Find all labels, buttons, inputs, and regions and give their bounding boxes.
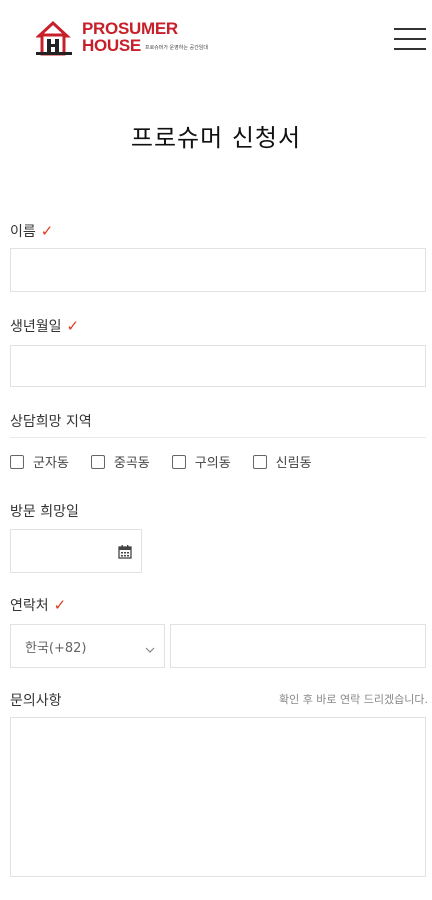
brand-logo[interactable]: PROSUMER HOUSE 프로슈머가 운영하는 공간임대	[35, 20, 208, 56]
contact-label: 연락처 ✓	[10, 595, 66, 615]
region-option-label: 신림동	[275, 456, 312, 471]
house-logo-icon	[35, 20, 76, 56]
brand-wordmark: PROSUMER HOUSE 프로슈머가 운영하는 공간임대	[82, 20, 208, 54]
calendar-icon[interactable]	[118, 544, 132, 559]
birth-input[interactable]	[10, 345, 426, 387]
birth-label-text: 생년월일	[10, 319, 62, 335]
region-option-label: 구의동	[194, 456, 231, 471]
name-label: 이름 ✓	[10, 221, 53, 241]
header: PROSUMER HOUSE 프로슈머가 운영하는 공간임대	[0, 0, 432, 80]
region-option[interactable]: 군자동	[10, 452, 69, 471]
country-code-value: 한국(+82)	[25, 640, 87, 656]
inquiry-note: 확인 후 바로 연락 드리겠습니다.	[278, 693, 428, 706]
region-option-label: 군자동	[33, 456, 69, 471]
inquiry-label: 문의사항	[10, 690, 62, 710]
chevron-down-icon	[145, 640, 155, 653]
page-title: 프로슈머 신청서	[130, 124, 302, 152]
visit-date-input[interactable]	[10, 529, 142, 573]
region-option-label: 중곡동	[113, 456, 150, 471]
phone-input[interactable]	[170, 624, 426, 668]
region-label: 상담희망 지역	[10, 411, 92, 431]
brand-line1: PROSUMER	[82, 19, 178, 38]
checkbox[interactable]	[90, 454, 105, 469]
region-checkbox-group: 군자동 중곡동 구의동 신림동	[10, 452, 334, 471]
visit-date-label: 방문 희망일	[10, 501, 79, 521]
brand-tagline: 프로슈머가 운영하는 공간임대	[144, 45, 208, 51]
birth-label: 생년월일 ✓	[10, 316, 79, 336]
inquiry-textarea[interactable]	[10, 717, 426, 877]
region-label-text: 상담희망 지역	[10, 414, 92, 430]
region-divider	[10, 437, 426, 438]
region-option[interactable]: 신림동	[252, 452, 312, 471]
checkbox[interactable]	[10, 454, 24, 469]
region-option[interactable]: 구의동	[171, 452, 231, 471]
hamburger-menu-icon[interactable]	[394, 26, 426, 52]
checkbox[interactable]	[252, 454, 267, 469]
contact-label-text: 연락처	[10, 598, 49, 614]
inquiry-label-text: 문의사항	[10, 693, 62, 709]
required-check-icon: ✓	[40, 222, 54, 240]
region-option[interactable]: 중곡동	[90, 452, 150, 471]
checkbox[interactable]	[171, 454, 186, 469]
brand-line2: HOUSE	[82, 36, 141, 55]
name-label-text: 이름	[10, 224, 36, 240]
required-check-icon: ✓	[53, 596, 67, 614]
name-input[interactable]	[10, 248, 426, 292]
required-check-icon: ✓	[66, 317, 80, 335]
visit-date-label-text: 방문 희망일	[10, 504, 79, 520]
country-code-select[interactable]: 한국(+82)	[10, 624, 165, 668]
